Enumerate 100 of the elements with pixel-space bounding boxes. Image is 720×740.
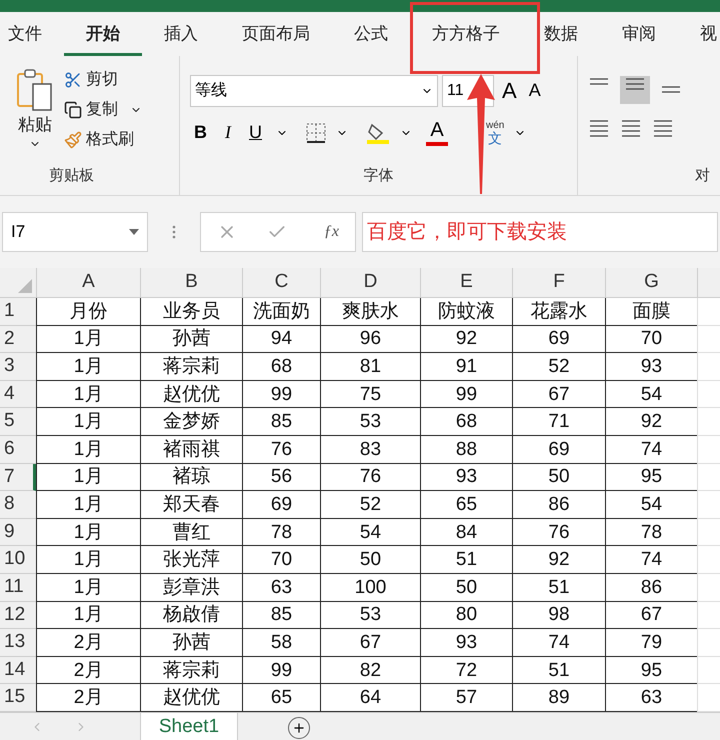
name-box[interactable]: I7 [2,212,148,252]
row-header[interactable]: 9 [0,518,36,546]
clipboard-icon [15,68,55,112]
table-cell: 72 [420,656,512,684]
table-cell: 面膜 [605,298,697,326]
column-header[interactable]: D [320,268,420,297]
table-cell: 1月 [36,380,140,408]
plus-icon [292,720,306,735]
column-header[interactable]: G [605,268,697,297]
row-header[interactable]: 7 [0,464,36,492]
table-cell: 67 [512,380,605,408]
table-cell: 金梦娇 [140,408,242,436]
table-cell: 84 [420,518,512,546]
table-cell: 100 [320,574,420,602]
table-cell: 张光萍 [140,546,242,574]
table-cell: 92 [420,326,512,354]
table-cell: 67 [320,629,420,657]
italic-button[interactable]: I [221,119,235,146]
ribbon-tab[interactable]: 文件 [8,12,64,56]
table-cell: 郑天春 [140,491,242,519]
scissors-icon [64,71,82,89]
row-header[interactable]: 4 [0,380,36,408]
group-label: 字体 [362,166,394,186]
ribbon-tab[interactable]: 视 [678,12,720,56]
row-header[interactable]: 10 [0,546,36,574]
table-cell: 68 [242,353,320,381]
table-cell: 50 [420,574,512,602]
table-cell: 蒋宗莉 [140,656,242,684]
column-header[interactable]: B [140,268,242,297]
borders-icon [306,122,326,142]
table-cell: 54 [605,491,697,519]
row-header[interactable]: 2 [0,326,36,354]
table-cell: 月份 [36,298,140,326]
function-label[interactable]: ƒx [324,220,339,244]
bold-button[interactable]: B [190,119,211,146]
row-header[interactable]: 11 [0,574,36,602]
table-cell: 70 [242,546,320,574]
column-header[interactable]: A [36,268,140,297]
align-center-icon[interactable] [620,118,642,138]
table-cell: 76 [320,464,420,492]
row-header[interactable]: 1 [0,298,36,326]
ribbon-tab[interactable]: 页面布局 [220,12,332,56]
increase-font-button[interactable]: A [498,74,521,107]
column-header[interactable]: F [512,268,605,297]
table-cell: 78 [605,518,697,546]
formula-field[interactable]: 百度它，即可下载安装 [362,212,718,252]
table-cell: 51 [512,574,605,602]
decrease-font-button[interactable]: A [524,77,545,104]
table-cell: 69 [512,326,605,354]
ribbon-tab[interactable]: 审阅 [600,12,678,56]
table-cell: 50 [512,464,605,492]
table-cell: 91 [420,353,512,381]
table-cell: 53 [320,408,420,436]
row-header[interactable]: 6 [0,436,36,464]
ribbon-tab[interactable]: 插入 [142,12,220,56]
align-left-icon[interactable] [588,118,610,138]
table-cell: 65 [420,491,512,519]
table-cell: 彭章洪 [140,574,242,602]
row-header[interactable]: 13 [0,629,36,657]
table-cell [697,574,720,602]
row-header[interactable]: 12 [0,602,36,630]
ribbon-tab[interactable]: 方方格子 [410,12,522,56]
table-cell: 1月 [36,518,140,546]
table-cell: 96 [320,326,420,354]
table-cell: 86 [512,491,605,519]
align-right-icon[interactable] [652,118,674,138]
font-color-button[interactable]: A [422,120,452,146]
copy-icon [64,101,82,119]
font-name-field[interactable]: 等线 [190,74,438,106]
table-cell: 1月 [36,408,140,436]
table-cell: 79 [605,629,697,657]
format-painter-button[interactable]: 格式刷 [64,128,142,152]
table-cell [697,298,720,326]
table-cell: 1月 [36,574,140,602]
row-header[interactable]: 15 [0,684,36,712]
table-cell: 78 [242,518,320,546]
row-header[interactable]: 5 [0,408,36,436]
row-header[interactable]: 14 [0,656,36,684]
row-header[interactable]: 3 [0,353,36,381]
add-sheet-button[interactable] [288,716,310,739]
column-header[interactable]: C [242,268,320,297]
underline-button[interactable]: U [245,119,266,146]
table-cell: 爽肤水 [320,298,420,326]
column-header[interactable]: E [420,268,512,297]
table-cell [697,326,720,354]
row-header[interactable]: 8 [0,491,36,519]
table-cell [697,518,720,546]
ribbon-tab[interactable]: 数据 [522,12,600,56]
paste-button[interactable]: 粘贴 [14,68,56,165]
table-cell: 50 [320,546,420,574]
phonetic-button[interactable]: wén 文 [486,120,504,144]
table-cell: 1月 [36,491,140,519]
ribbon-tab[interactable]: 公式 [332,12,410,56]
sheet-tab[interactable]: Sheet1 [140,712,238,740]
copy-button[interactable]: 复制 [64,98,142,122]
table-cell: 63 [242,574,320,602]
ribbon-tab[interactable]: 开始 [64,12,142,56]
table-cell: 81 [320,353,420,381]
cut-button[interactable]: 剪切 [64,68,142,92]
table-cell: 业务员 [140,298,242,326]
